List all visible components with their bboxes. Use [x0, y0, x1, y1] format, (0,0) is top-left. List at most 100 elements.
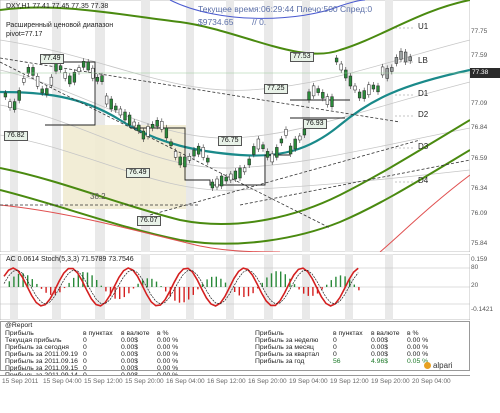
ac-bar — [13, 276, 15, 287]
level-d3: D3 — [418, 142, 429, 151]
current-price-tag: 77.38 — [470, 68, 500, 78]
time-tick: 19 Sep 20:00 — [371, 378, 410, 385]
ac-bar — [252, 287, 254, 294]
ac-bar — [119, 287, 121, 300]
ac-bar — [40, 287, 43, 289]
candle-body — [187, 156, 192, 161]
alpari-icon — [424, 362, 431, 369]
price-label-box: 77.49 — [40, 54, 64, 64]
candle-body — [164, 127, 169, 139]
ac-bar — [63, 287, 66, 289]
candle-body — [109, 98, 113, 110]
ac-bar — [155, 281, 158, 287]
indicator-panel[interactable] — [0, 254, 470, 320]
indicator-header: AC 0.0614 Stoch(5,3,3) 71.5789 73.7546 — [6, 256, 134, 263]
candle-body — [173, 151, 178, 158]
candle-body — [247, 158, 251, 166]
balance: $9734.65 — [198, 17, 234, 27]
candle-body — [40, 88, 44, 94]
ac-bar — [312, 287, 314, 296]
indicator-tick: 20 — [471, 282, 479, 289]
ac-bar — [45, 287, 47, 293]
ac-bar — [293, 284, 296, 287]
candle-body — [357, 91, 362, 99]
ac-bar — [303, 287, 305, 294]
ac-bar — [96, 279, 98, 287]
indicator-tick: 0.159 — [471, 256, 488, 263]
candle-body — [307, 91, 311, 101]
candle-body — [288, 145, 293, 155]
ac-bar — [197, 287, 199, 290]
ac-bar — [224, 282, 227, 287]
candle-body — [265, 151, 270, 158]
time-tick: 16 Sep 12:00 — [207, 378, 246, 385]
candle-body — [367, 84, 371, 96]
price-label-box: 76.07 — [137, 216, 161, 226]
candle-body — [390, 67, 394, 72]
candle-body — [311, 85, 316, 97]
level-d4: D4 — [418, 176, 429, 185]
ac-bar — [86, 272, 89, 287]
ac-bar — [50, 287, 52, 295]
time-tick: 15 Sep 2011 — [2, 378, 39, 385]
candle-body — [238, 167, 242, 179]
ac-bar — [73, 277, 75, 287]
candle-body — [256, 138, 261, 150]
ac-bar — [192, 287, 194, 295]
candle-body — [100, 75, 104, 82]
candle-body — [279, 138, 284, 144]
price-tick: 76.09 — [471, 210, 488, 217]
candle-body — [334, 57, 339, 63]
candle-body — [380, 66, 385, 76]
price-tick: 76.84 — [471, 124, 488, 131]
ac-bar — [31, 279, 33, 287]
candle-body — [242, 167, 247, 173]
chart-window: DXY,H1 77.41 77.45 77.35 77.38 Расширенн… — [0, 0, 500, 413]
candle-body — [86, 61, 90, 71]
candle-body — [155, 120, 159, 127]
price-label-box: 76.75 — [218, 136, 242, 146]
candle-body — [330, 96, 334, 107]
indicator-name: Расширенный ценовой диапазон — [6, 22, 114, 29]
price-tick: 76.59 — [471, 155, 488, 162]
ac-bar — [266, 277, 268, 287]
price-chart[interactable] — [0, 0, 470, 252]
candle-body — [118, 108, 123, 116]
level-d1: D1 — [418, 89, 429, 98]
time-tick: 16 Sep 20:00 — [248, 378, 287, 385]
ac-bar — [335, 276, 337, 287]
price-tick: 77.09 — [471, 100, 488, 107]
ac-bar — [206, 279, 208, 287]
ac-bar — [183, 287, 185, 303]
candle-body — [146, 126, 150, 137]
ac-bar — [358, 287, 360, 291]
ac-bar — [215, 276, 217, 287]
time-tick: 15 Sep 12:00 — [84, 378, 123, 385]
server-time: Текущее время:06:29:44 Плечо:500 Спред:0 — [198, 4, 373, 14]
candle-body — [8, 101, 12, 108]
candle-body — [35, 76, 40, 87]
candle-body — [123, 111, 127, 121]
candle-body — [26, 67, 31, 74]
fib-label: 38.2 — [90, 192, 106, 201]
candle-body — [284, 129, 288, 136]
candle-body — [114, 105, 118, 111]
price-tick: 77.75 — [471, 28, 488, 35]
candle-body — [302, 128, 307, 136]
price-label-box: 77.25 — [264, 84, 288, 94]
candle-body — [385, 68, 389, 79]
candle-body — [150, 123, 155, 129]
candle-body — [252, 146, 256, 155]
candle-body — [298, 135, 302, 141]
ac-bar — [137, 283, 139, 287]
report-panel: @Report Прибыль в пунктах в валюте в % Текущ… — [0, 321, 470, 379]
ac-bar — [128, 287, 130, 294]
candle-body — [353, 85, 357, 91]
report-header-cell: в пунктах — [333, 330, 363, 337]
ac-bar — [8, 281, 10, 287]
indicator-tick: 80 — [471, 264, 479, 271]
candle-body — [49, 76, 54, 86]
time-axis: 15 Sep 2011 15 Sep 04:00 15 Sep 12:00 15 Se… — [0, 375, 470, 387]
ac-bar — [36, 283, 38, 287]
candle-body — [376, 85, 380, 93]
